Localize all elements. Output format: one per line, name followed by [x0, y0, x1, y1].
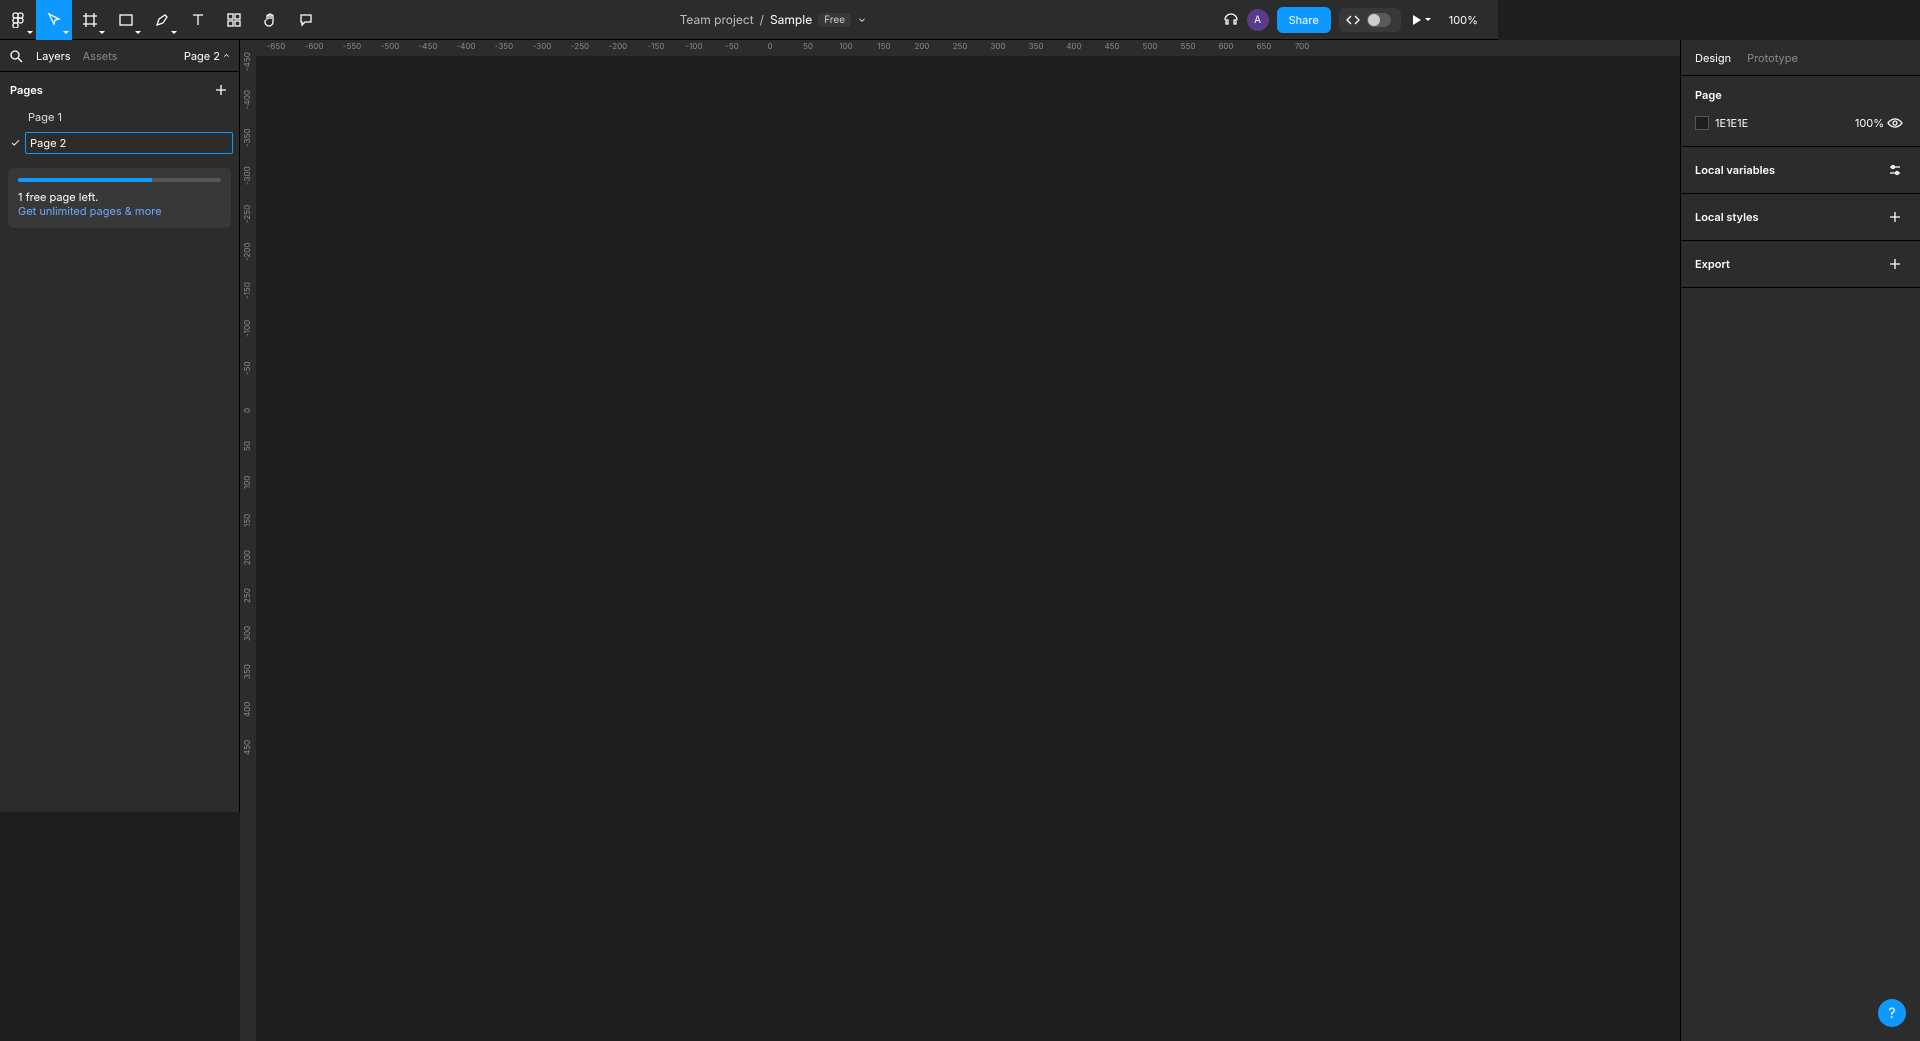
export-label: Export	[1695, 257, 1730, 271]
tab-layers[interactable]: Layers	[36, 49, 71, 63]
chevron-down-icon	[1425, 18, 1431, 21]
text-tool-button[interactable]	[180, 0, 216, 40]
move-tool-button[interactable]	[36, 0, 72, 40]
add-export-button[interactable]	[1884, 253, 1906, 275]
local-variables-row: Local variables	[1681, 147, 1920, 194]
chevron-up-icon	[222, 51, 231, 60]
page-item-current[interactable]	[6, 130, 233, 156]
cursor-icon	[46, 12, 62, 28]
pen-tool-button[interactable]	[144, 0, 180, 40]
text-icon	[190, 12, 206, 28]
left-panel: Layers Assets Page 2 Pages Page 1 1 free…	[0, 40, 240, 812]
shape-tool-button[interactable]	[108, 0, 144, 40]
file-name[interactable]: Sample	[770, 12, 812, 27]
page-section-title: Page	[1695, 88, 1722, 102]
figma-logo-icon	[10, 12, 26, 28]
add-style-button[interactable]	[1884, 206, 1906, 228]
right-panel: Design Prototype Page 1E1E1E 100% Local …	[1680, 40, 1920, 1041]
avatar[interactable]: A	[1247, 9, 1269, 31]
hand-icon	[262, 12, 278, 28]
page-name-input[interactable]	[25, 132, 233, 154]
page-quota-card: 1 free page left. Get unlimited pages & …	[8, 168, 231, 228]
chevron-down-icon	[99, 31, 105, 34]
plan-badge: Free	[818, 13, 851, 27]
color-swatch[interactable]	[1695, 116, 1709, 130]
right-panel-tabs: Design Prototype	[1681, 40, 1920, 76]
pen-icon	[154, 12, 170, 28]
share-button[interactable]: Share	[1277, 7, 1331, 33]
sliders-icon	[1887, 162, 1903, 178]
pages-title: Pages	[10, 83, 43, 97]
page-list: Page 1	[0, 104, 239, 156]
tab-assets[interactable]: Assets	[83, 49, 118, 63]
rectangle-icon	[118, 12, 134, 28]
quota-line1: 1 free page left.	[18, 190, 221, 204]
quota-upgrade-link[interactable]: Get unlimited pages & more	[18, 204, 162, 218]
present-button[interactable]	[1409, 0, 1435, 40]
chevron-down-icon	[27, 31, 33, 34]
quota-progress	[18, 178, 221, 182]
check-icon	[10, 137, 21, 149]
eye-icon	[1887, 115, 1903, 131]
variables-settings-button[interactable]	[1884, 159, 1906, 181]
toggle-switch[interactable]	[1367, 13, 1391, 27]
page-section: Page 1E1E1E 100%	[1681, 76, 1920, 147]
local-variables-label: Local variables	[1695, 163, 1775, 177]
tab-prototype[interactable]: Prototype	[1747, 51, 1798, 65]
audio-chat-icon[interactable]	[1223, 12, 1239, 28]
toolbar-right: A Share 100%	[1223, 0, 1490, 40]
chevron-down-icon	[135, 31, 141, 34]
chevron-down-icon[interactable]	[857, 15, 867, 25]
resources-icon	[226, 12, 242, 28]
background-hex[interactable]: 1E1E1E	[1715, 116, 1748, 130]
top-toolbar: Team project / Sample Free A Share 100%	[0, 0, 1498, 40]
comment-tool-button[interactable]	[288, 0, 324, 40]
background-color-control[interactable]: 1E1E1E	[1695, 116, 1855, 130]
plus-icon	[1887, 209, 1903, 225]
dev-mode-toggle[interactable]	[1339, 8, 1401, 32]
hand-tool-button[interactable]	[252, 0, 288, 40]
background-opacity[interactable]: 100%	[1855, 116, 1884, 130]
chevron-down-icon	[171, 31, 177, 34]
help-button[interactable]: ?	[1878, 999, 1906, 1027]
file-title: Team project / Sample Free	[324, 12, 1223, 27]
page-item[interactable]: Page 1	[6, 104, 233, 130]
local-styles-row: Local styles	[1681, 194, 1920, 241]
comment-icon	[298, 12, 314, 28]
resources-button[interactable]	[216, 0, 252, 40]
frame-tool-button[interactable]	[72, 0, 108, 40]
ruler-vertical: -450-400-350-300-250-200-150-100-5005010…	[240, 56, 256, 1041]
main-menu-button[interactable]	[0, 0, 36, 40]
ruler-horizontal: -650-600-550-500-450-400-350-300-250-200…	[256, 40, 1680, 56]
play-icon	[1413, 15, 1421, 25]
tab-design[interactable]: Design	[1695, 51, 1731, 65]
title-separator: /	[760, 12, 764, 27]
local-styles-label: Local styles	[1695, 210, 1759, 224]
zoom-level[interactable]: 100%	[1443, 13, 1490, 27]
code-icon	[1345, 12, 1361, 28]
frame-icon	[82, 12, 98, 28]
plus-icon	[1887, 256, 1903, 272]
canvas[interactable]: -650-600-550-500-450-400-350-300-250-200…	[240, 40, 1680, 1041]
search-icon[interactable]	[8, 48, 24, 64]
left-panel-tabs: Layers Assets Page 2	[0, 40, 239, 72]
team-name[interactable]: Team project	[680, 12, 754, 27]
visibility-toggle[interactable]	[1884, 112, 1906, 134]
page-indicator[interactable]: Page 2	[184, 49, 231, 63]
pages-section-header: Pages	[0, 72, 239, 104]
export-row: Export	[1681, 241, 1920, 288]
add-page-icon[interactable]	[213, 82, 229, 98]
chevron-down-icon	[63, 31, 69, 34]
